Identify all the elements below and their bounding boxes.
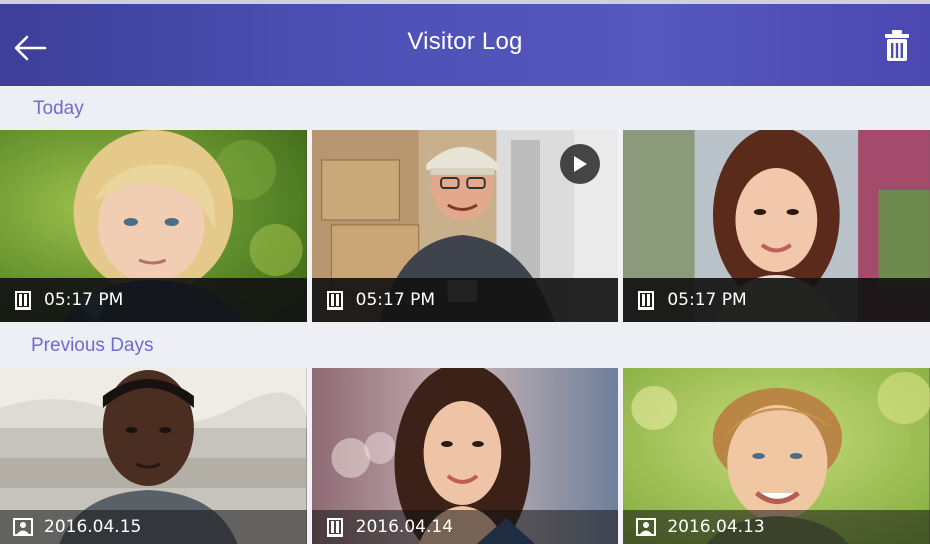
visit-time: 05:17 PM xyxy=(44,290,124,310)
visit-caption: 2016.04.15 xyxy=(0,510,307,544)
visit-caption: 05:17 PM xyxy=(623,278,930,322)
visit-time: 05:17 PM xyxy=(667,290,747,310)
section-previous-header: Previous Days xyxy=(0,322,930,368)
photo-icon xyxy=(12,516,34,538)
visitor-tile[interactable]: 05:17 PM xyxy=(311,130,619,322)
visitor-tile[interactable]: 05:17 PM xyxy=(0,130,307,322)
play-icon xyxy=(574,156,588,172)
visit-caption: 2016.04.13 xyxy=(623,510,930,544)
delete-button[interactable] xyxy=(880,26,914,66)
visit-caption: 2016.04.14 xyxy=(311,510,619,544)
app-header: Visitor Log xyxy=(0,0,930,86)
visit-caption: 05:17 PM xyxy=(0,278,307,322)
visit-date: 2016.04.13 xyxy=(667,517,765,537)
section-today-header: Today xyxy=(0,86,930,130)
door-icon xyxy=(12,289,34,311)
page-title: Visitor Log xyxy=(407,28,523,55)
visitor-tile[interactable]: 2016.04.13 xyxy=(623,368,930,544)
visitor-tile[interactable]: 2016.04.14 xyxy=(311,368,619,544)
previous-visitor-row: 2016.04.15 2016.04.14 2016.04.13 xyxy=(0,368,930,544)
photo-icon xyxy=(635,516,657,538)
today-visitor-row: 05:17 PM 05:17 PM 05:17 PM xyxy=(0,130,930,322)
visitor-tile[interactable]: 2016.04.15 xyxy=(0,368,307,544)
visit-date: 2016.04.14 xyxy=(355,517,454,537)
trash-icon xyxy=(885,30,909,61)
visitor-tile[interactable]: 05:17 PM xyxy=(623,130,930,322)
visit-date: 2016.04.15 xyxy=(44,517,142,537)
visit-time: 05:17 PM xyxy=(355,290,435,310)
door-icon xyxy=(324,289,346,311)
visit-caption: 05:17 PM xyxy=(311,278,619,322)
door-icon xyxy=(324,516,346,538)
door-icon xyxy=(635,289,657,311)
